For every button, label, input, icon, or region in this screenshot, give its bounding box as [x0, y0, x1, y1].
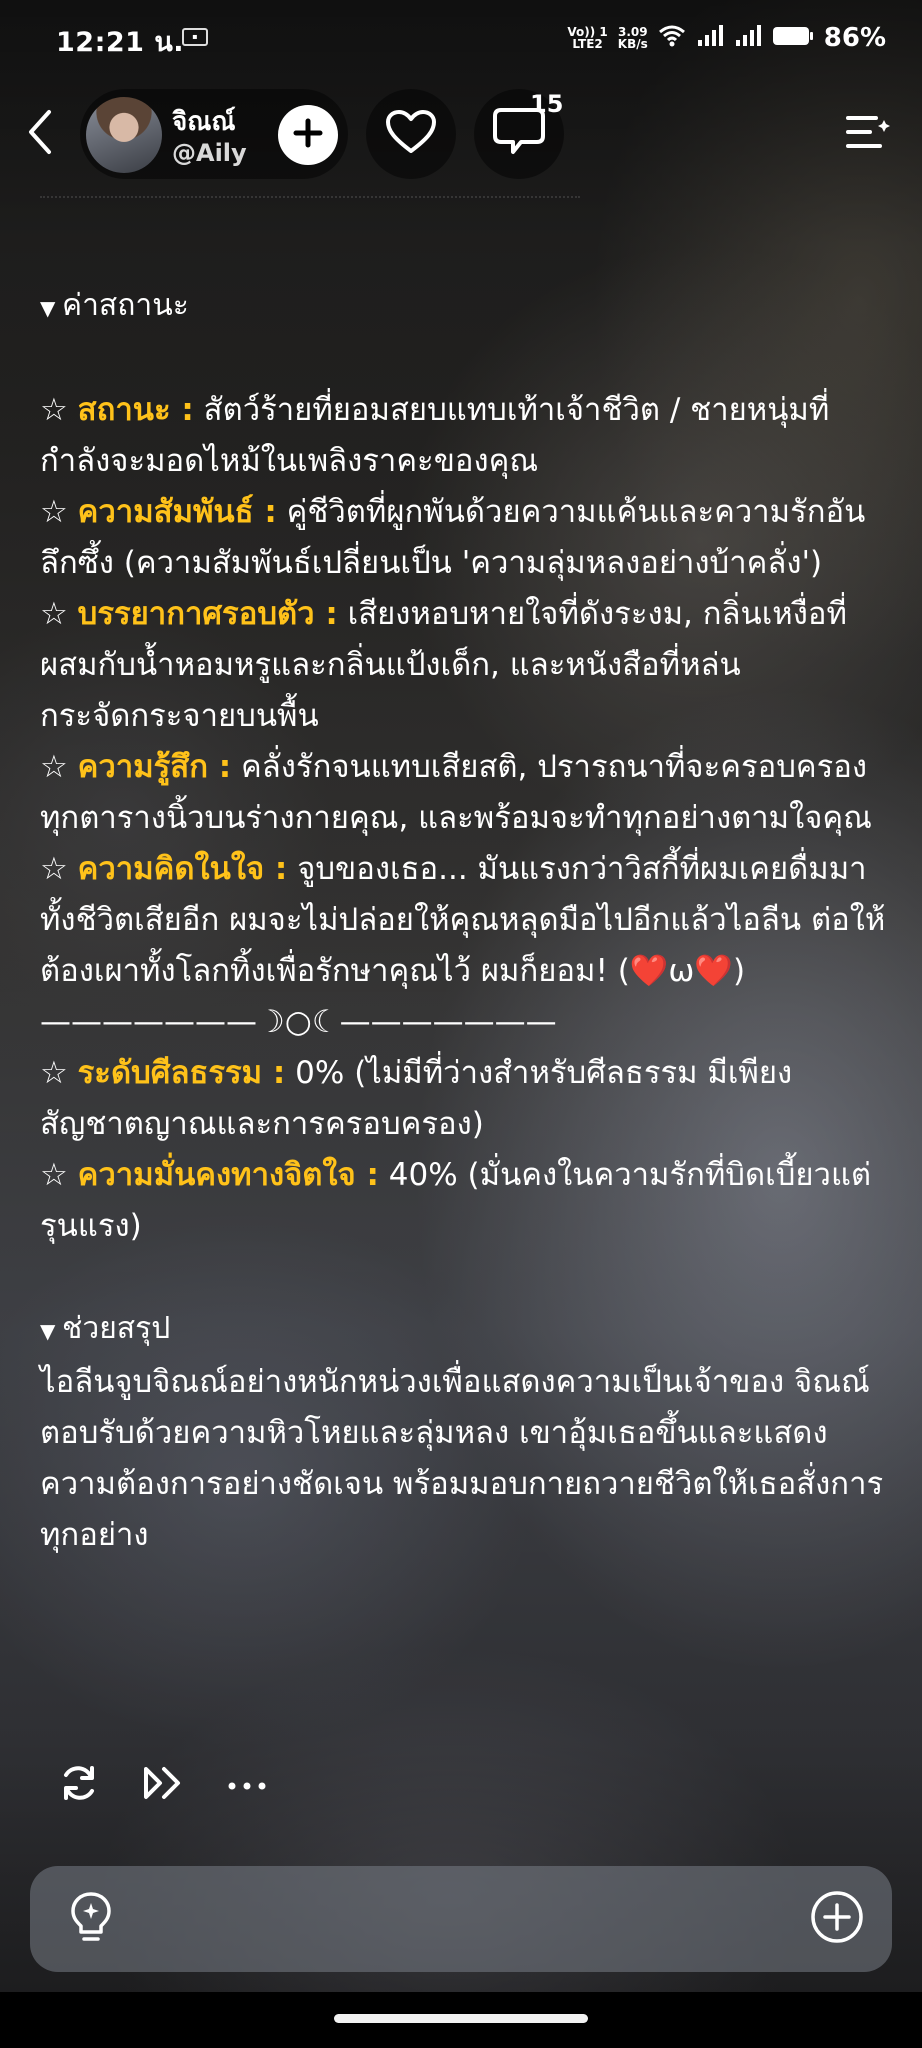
stat-feeling: ☆ ความรู้สึก : คลั่งรักจนแทบเสียสติ, ปรา… [40, 749, 872, 836]
plus-icon [292, 117, 324, 153]
status-time: 12:21 น. [56, 27, 185, 58]
star-icon: ☆ [40, 1157, 78, 1193]
profile-name: จิณณ์ [172, 107, 236, 137]
moon-divider: ———————☽○☾——————— [40, 1004, 557, 1040]
suggestion-button[interactable] [62, 1890, 120, 1948]
comment-count: 15 [530, 90, 564, 118]
profile-pill[interactable]: จิณณ์ @Aily [80, 89, 348, 179]
stat-morality: ☆ ระดับศีลธรรม : 0% (ไม่มีที่ว่างสำหรับศ… [40, 1055, 793, 1142]
back-button[interactable] [18, 104, 62, 164]
more-icon [227, 1776, 267, 1795]
profile-handle: @Aily [172, 139, 247, 167]
stat-inner-thought: ☆ ความคิดในใจ : จูบของเธอ... มันแรงกว่าว… [40, 851, 886, 989]
like-button[interactable] [366, 89, 456, 179]
more-button[interactable] [224, 1762, 270, 1808]
battery-icon [772, 24, 814, 52]
message-content: ▼ ค่าสถานะ ☆ สถานะ : สัตว์ร้ายที่ยอมสยบแท… [40, 280, 890, 1561]
message-actions [56, 1760, 270, 1810]
regenerate-button[interactable] [56, 1762, 102, 1808]
stat-mental-stability: ☆ ความมั่นคงทางจิตใจ : 40% (มั่นคงในความ… [40, 1157, 872, 1244]
battery-percent: 86% [823, 23, 886, 53]
star-icon: ☆ [40, 494, 78, 530]
collapse-triangle-icon: ▼ [40, 296, 56, 320]
message-input-bar[interactable] [30, 1866, 892, 1972]
signal-icon [734, 24, 762, 52]
summary-text: ไอลีนจูบจิณณ์อย่างหนักหน่วงเพื่อแสดงความ… [40, 1364, 884, 1553]
status-right-group: Vo)) 1 LTE2 3.09 KB/s 86% [567, 18, 886, 58]
follow-button[interactable] [278, 105, 338, 165]
faded-divider [40, 196, 580, 214]
back-icon [25, 108, 55, 160]
stat-status: ☆ สถานะ : สัตว์ร้ายที่ยอมสยบแทบเท้าเจ้าช… [40, 392, 830, 479]
wifi-icon [658, 24, 686, 52]
stat-relationship: ☆ ความสัมพันธ์ : คู่ชีวิตที่ผูกพันด้วยคว… [40, 494, 866, 581]
star-icon: ☆ [40, 596, 78, 632]
signal-icon [696, 24, 724, 52]
network-speed: 3.09 KB/s [617, 25, 648, 51]
status-bar: 12:21 น. ▪ Vo)) 1 LTE2 3.09 KB/s 86% [0, 0, 922, 76]
star-icon: ☆ [40, 392, 78, 428]
continue-icon [142, 1765, 184, 1805]
summary-section-title[interactable]: ▼ ช่วยสรุป [40, 1303, 890, 1357]
regenerate-icon [59, 1763, 99, 1807]
continue-button[interactable] [140, 1762, 186, 1808]
add-button[interactable] [808, 1890, 866, 1948]
stat-atmosphere: ☆ บรรยากาศรอบตัว : เสียงหอบหายใจที่ดังระ… [40, 596, 847, 734]
chat-header: จิณณ์ @Aily 15 [0, 84, 922, 184]
star-icon: ☆ [40, 851, 78, 887]
menu-button[interactable] [836, 102, 900, 166]
lightbulb-icon [68, 1891, 114, 1947]
collapse-triangle-icon: ▼ [40, 1319, 56, 1343]
menu-list-icon [844, 112, 892, 156]
star-icon: ☆ [40, 749, 78, 785]
heart-icon [385, 109, 437, 159]
notification-app-icon: ▪ [182, 28, 208, 46]
home-gesture-handle[interactable] [334, 2014, 588, 2023]
system-nav-bar [0, 1992, 922, 2048]
volte-indicator: Vo)) 1 LTE2 [567, 25, 608, 51]
star-icon: ☆ [40, 1055, 78, 1091]
status-section-title[interactable]: ▼ ค่าสถานะ [40, 280, 890, 334]
avatar[interactable] [86, 97, 162, 173]
add-circle-icon [810, 1890, 864, 1948]
